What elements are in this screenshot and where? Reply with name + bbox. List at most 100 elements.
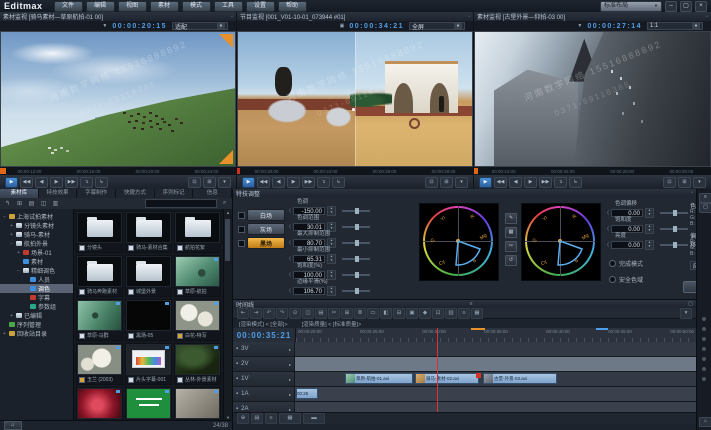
tree-item[interactable]: − 航拍外景 (0, 239, 73, 248)
more-tools-icon[interactable]: ▾ (680, 308, 692, 319)
tree-item[interactable]: 序列管理 (0, 320, 73, 329)
monitor-option-button[interactable]: ⊞ (678, 177, 691, 188)
monitor2-video[interactable]: 河南数字网络 15516888892 0371-69118385 (237, 31, 473, 167)
select-checkbox[interactable] (128, 377, 134, 383)
new-bin-icon[interactable]: ⊞ (15, 200, 24, 207)
timeline-clip[interactable]: 骑马-素材-02.avi (415, 373, 479, 384)
grid-icon[interactable]: ▦ (505, 227, 517, 238)
add-track-icon[interactable]: ⊞ (341, 308, 353, 319)
select-checkbox[interactable] (79, 245, 85, 251)
monitor1-scrub-bar[interactable]: 00:00:12:00 00:00:16:00 00:00:20:00 00:0… (0, 167, 236, 175)
param-slider[interactable] (660, 212, 688, 214)
color-wheel-2[interactable]: R Mg B Cy G Yl (521, 203, 601, 281)
mark-in-button[interactable]: ↴ (554, 177, 567, 188)
track-header[interactable]: ▪ 1V ▸ (233, 372, 295, 386)
tree-item[interactable]: 参数组 (0, 302, 73, 311)
monitor1-zoom-dropdown[interactable]: 适配 ▼ (172, 22, 228, 30)
stepper[interactable]: ▲▼ (327, 286, 336, 296)
goto-end-icon[interactable]: ⇥ (250, 308, 262, 319)
param-slider[interactable] (342, 242, 370, 244)
menu-clip[interactable]: 素材 (150, 1, 179, 12)
keyframe-icon[interactable]: ⟨ (289, 240, 291, 246)
keyframe-icon[interactable]: ⟨ (607, 226, 609, 232)
panel-menu-icon[interactable]: ▫ (468, 14, 470, 20)
prev-clip-button[interactable]: ◀◀ (20, 177, 33, 188)
scrollbar-thumb[interactable] (225, 219, 230, 261)
menu-help[interactable]: 帮助 (278, 1, 307, 12)
sequence-marker-blue[interactable] (596, 328, 608, 330)
eyedropper-icon[interactable]: ✎ (505, 213, 517, 224)
timeline-clip[interactable]: 00:25 (296, 388, 318, 399)
tree-item[interactable]: + 分镜头素材 (0, 221, 73, 230)
tab-info[interactable]: 信息 (193, 189, 232, 198)
layout-dropdown[interactable]: 标准布局 ▼ (600, 1, 662, 12)
bin-item-clip[interactable]: 白花-特写 (174, 299, 221, 341)
lock-icon[interactable]: ▪ (236, 346, 238, 352)
bin-scrollbar[interactable]: ▲ ▼ (223, 209, 232, 421)
play-button[interactable]: ▶ (479, 177, 492, 188)
track-lane[interactable]: 草原-航拍-01.avi 骑马-素材-02.avi 古堡-外景-03.avi (295, 372, 696, 386)
menu-edit[interactable]: 编辑 (86, 1, 115, 12)
cut-icon[interactable]: ✂ (505, 241, 517, 252)
filter-icon[interactable]: ▼ (102, 23, 107, 29)
step-back-button[interactable]: ◀ (509, 177, 522, 188)
filter-icon[interactable]: ▼ (577, 23, 582, 29)
tree-item[interactable]: − 精细调色 (0, 266, 73, 275)
undo-icon[interactable]: ↶ (263, 308, 275, 319)
param-value-input[interactable]: 0.00 (611, 209, 643, 217)
mode-option[interactable]: 完成模式 (609, 259, 643, 268)
track-patch-icon[interactable]: ▤ (251, 413, 263, 424)
delete-icon[interactable]: ⊟ (393, 308, 405, 319)
panel-menu-icon[interactable]: ▫ (691, 190, 693, 196)
select-checkbox[interactable] (128, 333, 134, 339)
expand-track-icon[interactable]: ▸ (289, 407, 291, 412)
play-button[interactable]: ▶ (242, 177, 255, 188)
radio-icon[interactable] (609, 276, 616, 283)
monitor-option-button[interactable]: ⊞ (440, 177, 453, 188)
param-value-input[interactable]: 106.70 (293, 287, 325, 295)
step-fwd-button[interactable]: ▶ (287, 177, 300, 188)
list-icon[interactable]: ≡ (458, 308, 470, 319)
param-slider[interactable] (342, 290, 370, 292)
folder-up-icon[interactable]: ↰ (3, 200, 12, 207)
white-balance-button[interactable]: 白场 (247, 209, 285, 221)
param-value-input[interactable]: 0.00 (611, 225, 643, 233)
panel-menu-icon[interactable]: ▫ (706, 14, 708, 20)
lock-icon[interactable]: ▪ (236, 391, 238, 397)
insert-mode-icon[interactable]: ◫ (302, 308, 314, 319)
prev-clip-button[interactable]: ◀◀ (257, 177, 270, 188)
channel-checkbox[interactable] (238, 240, 245, 247)
black-balance-button[interactable]: 黑场 (247, 237, 285, 249)
monitor2-zoom-dropdown[interactable]: 全屏 ▼ (409, 22, 465, 30)
track-lane[interactable] (295, 342, 696, 356)
window-maximize-button[interactable]: ▢ (680, 1, 692, 12)
mode-option[interactable]: 安全色域 (609, 275, 643, 284)
param-slider[interactable] (342, 210, 370, 212)
tree-expander[interactable]: + (2, 331, 7, 337)
monitor-option-button[interactable]: ⊡ (425, 177, 438, 188)
thumb-view-icon[interactable]: ◫ (39, 200, 48, 207)
home-icon[interactable]: ⌂ (699, 417, 711, 427)
goto-start-icon[interactable]: ⇤ (237, 308, 249, 319)
monitor3-video[interactable]: 河南数字网络 15516888892 0371-69118385 (474, 31, 711, 167)
track-lane-selected[interactable] (295, 357, 696, 371)
menu-settings[interactable]: 设置 (246, 1, 275, 12)
select-tool-icon[interactable]: ▣ (406, 308, 418, 319)
next-clip-button[interactable]: ▶▶ (302, 177, 315, 188)
monitor2-scrub-bar[interactable]: 00:00:30:00 00:00:33:00 00:00:36:00 00:0… (237, 167, 473, 175)
step-fwd-button[interactable]: ▶ (524, 177, 537, 188)
monitor3-zoom-dropdown[interactable]: 1:1 ▼ (647, 22, 703, 30)
param-value-input[interactable]: 0.00 (611, 241, 643, 249)
panel-menu-icon[interactable]: ≡ (470, 301, 473, 307)
cut-icon[interactable]: ✂ (328, 308, 340, 319)
color-wheel-1[interactable]: R Mg B Cy G Yl (419, 203, 499, 281)
timeline-clip[interactable]: 草原-航拍-01.avi (345, 373, 413, 384)
playhead[interactable] (437, 328, 438, 412)
step-back-button[interactable]: ◀ (272, 177, 285, 188)
channel-checkbox[interactable] (238, 212, 245, 219)
redo-icon[interactable]: ↷ (276, 308, 288, 319)
expand-track-icon[interactable]: ▸ (289, 392, 291, 397)
mark-in-button[interactable]: ↴ (317, 177, 330, 188)
channel-checkbox[interactable] (238, 226, 245, 233)
monitor-option-button[interactable]: ⊡ (663, 177, 676, 188)
